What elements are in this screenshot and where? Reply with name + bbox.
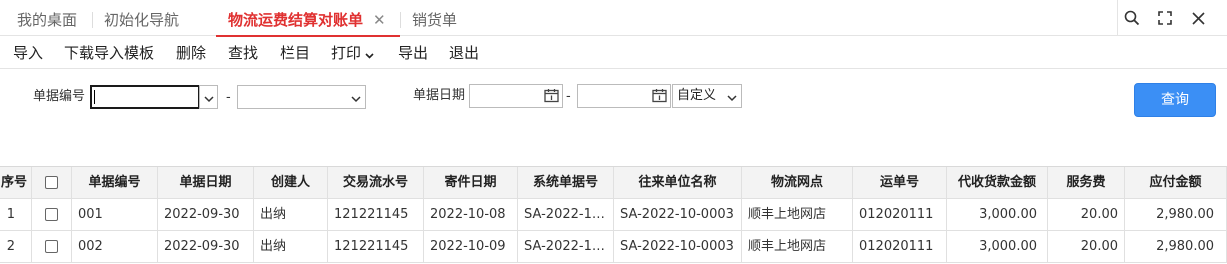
table-row[interactable]: 2 002 2022-09-30 出纳 121221145 2022-10-09… — [0, 231, 1227, 263]
cell-txn-no: 121221145 — [328, 199, 424, 231]
table-row[interactable]: 1 001 2022-09-30 出纳 121221145 2022-10-08… — [0, 199, 1227, 231]
cell-sys-no: SA-2022-1… — [518, 231, 614, 263]
select-all-checkbox[interactable] — [45, 176, 58, 189]
chevron-down-icon — [351, 91, 361, 107]
cell-payable: 2,980.00 — [1125, 199, 1227, 231]
chevron-down-icon — [365, 38, 374, 70]
delete-button[interactable]: 删除 — [176, 37, 206, 69]
tab-divider — [400, 12, 401, 28]
chevron-down-icon — [727, 90, 737, 106]
cell-waybill: 012020111 — [853, 231, 947, 263]
cell-seq: 1 — [0, 199, 32, 231]
cell-partner: SA-2022-10-0003 — [614, 231, 742, 263]
col-ship-date[interactable]: 寄件日期 — [424, 167, 518, 199]
cell-payable: 2,980.00 — [1125, 231, 1227, 263]
select-all-checkbox-cell[interactable] — [32, 167, 72, 199]
filter-panel: 单据编号 - 单据日期 - 自定义 查询 — [0, 70, 1227, 166]
col-doc-date[interactable]: 单据日期 — [158, 167, 254, 199]
doc-no-from-dropdown[interactable] — [199, 85, 218, 109]
cell-fee: 20.00 — [1048, 231, 1125, 263]
doc-date-label: 单据日期 — [413, 88, 466, 103]
print-label: 打印 — [331, 44, 362, 62]
tab-my-desktop[interactable]: 我的桌面 — [17, 0, 77, 36]
range-dash: - — [226, 90, 231, 105]
tab-label: 物流运费结算对账单 — [228, 11, 364, 29]
cell-fee: 20.00 — [1048, 199, 1125, 231]
cell-doc-no: 002 — [72, 231, 158, 263]
query-button[interactable]: 查询 — [1134, 83, 1216, 117]
doc-no-to-select[interactable] — [237, 85, 366, 109]
close-icon[interactable]: ✕ — [373, 0, 386, 40]
export-button[interactable]: 导出 — [398, 37, 428, 69]
tab-logistics-statement[interactable]: 物流运费结算对账单 ✕ — [216, 0, 400, 37]
tab-bar: 我的桌面 初始化导航 物流运费结算对账单 ✕ 销货单 — [0, 0, 1227, 37]
cell-creator: 出纳 — [254, 199, 328, 231]
close-icon[interactable] — [1181, 0, 1215, 36]
tab-label: 销货单 — [412, 11, 458, 29]
cell-ship-date: 2022-10-08 — [424, 199, 518, 231]
cell-partner: SA-2022-10-0003 — [614, 199, 742, 231]
table-header: 序号 单据编号 单据日期 创建人 交易流水号 寄件日期 系统单据号 往来单位名称… — [0, 167, 1227, 199]
col-waybill[interactable]: 运单号 — [853, 167, 947, 199]
cell-cod-amount: 3,000.00 — [947, 199, 1048, 231]
cell-ship-date: 2022-10-09 — [424, 231, 518, 263]
row-checkbox-cell[interactable] — [32, 199, 72, 231]
import-button[interactable]: 导入 — [13, 37, 43, 69]
print-menu[interactable]: 打印 — [331, 37, 374, 69]
col-seq: 序号 — [0, 167, 32, 199]
col-txn-no[interactable]: 交易流水号 — [328, 167, 424, 199]
doc-no-label: 单据编号 — [33, 89, 86, 104]
cell-doc-no: 001 — [72, 199, 158, 231]
date-from-input[interactable] — [469, 84, 563, 108]
cell-seq: 2 — [0, 231, 32, 263]
cell-sys-no: SA-2022-1… — [518, 199, 614, 231]
col-doc-no[interactable]: 单据编号 — [72, 167, 158, 199]
tab-divider — [92, 12, 93, 28]
tab-label: 我的桌面 — [17, 11, 78, 29]
row-checkbox[interactable] — [45, 208, 58, 221]
data-table: 序号 单据编号 单据日期 创建人 交易流水号 寄件日期 系统单据号 往来单位名称… — [0, 166, 1227, 264]
search-icon[interactable] — [1115, 0, 1149, 36]
tab-label: 初始化导航 — [104, 11, 180, 29]
calendar-icon[interactable] — [652, 88, 667, 107]
download-template-button[interactable]: 下载导入模板 — [64, 37, 154, 69]
col-payable[interactable]: 应付金额 — [1125, 167, 1227, 199]
col-creator[interactable]: 创建人 — [254, 167, 328, 199]
date-range-select[interactable]: 自定义 — [672, 84, 742, 108]
tab-sales-order[interactable]: 销货单 — [412, 0, 457, 36]
cell-doc-date: 2022-09-30 — [158, 199, 254, 231]
cell-cod-amount: 3,000.00 — [947, 231, 1048, 263]
calendar-icon[interactable] — [544, 88, 559, 107]
cell-outlet: 顺丰上地网店 — [742, 199, 853, 231]
fullscreen-icon[interactable] — [1148, 0, 1182, 36]
row-checkbox-cell[interactable] — [32, 231, 72, 263]
chevron-down-icon — [204, 91, 214, 107]
col-cod-amount[interactable]: 代收货款金额 — [947, 167, 1048, 199]
cell-txn-no: 121221145 — [328, 231, 424, 263]
col-fee[interactable]: 服务费 — [1048, 167, 1125, 199]
cell-creator: 出纳 — [254, 231, 328, 263]
toolbar: 导入 下载导入模板 删除 查找 栏目 打印 导出 退出 — [0, 37, 1227, 69]
cell-doc-date: 2022-09-30 — [158, 231, 254, 263]
row-checkbox[interactable] — [45, 240, 58, 253]
col-partner[interactable]: 往来单位名称 — [614, 167, 742, 199]
columns-button[interactable]: 栏目 — [280, 37, 310, 69]
date-to-input[interactable] — [577, 84, 671, 108]
exit-button[interactable]: 退出 — [449, 37, 479, 69]
find-button[interactable]: 查找 — [228, 37, 258, 69]
text-cursor — [94, 90, 95, 104]
col-outlet[interactable]: 物流网点 — [742, 167, 853, 199]
doc-no-from-input[interactable] — [90, 85, 200, 109]
range-dash: - — [566, 89, 571, 104]
date-range-value: 自定义 — [677, 88, 717, 103]
tab-init-navigation[interactable]: 初始化导航 — [104, 0, 179, 36]
cell-outlet: 顺丰上地网店 — [742, 231, 853, 263]
cell-waybill: 012020111 — [853, 199, 947, 231]
col-sys-no[interactable]: 系统单据号 — [518, 167, 614, 199]
